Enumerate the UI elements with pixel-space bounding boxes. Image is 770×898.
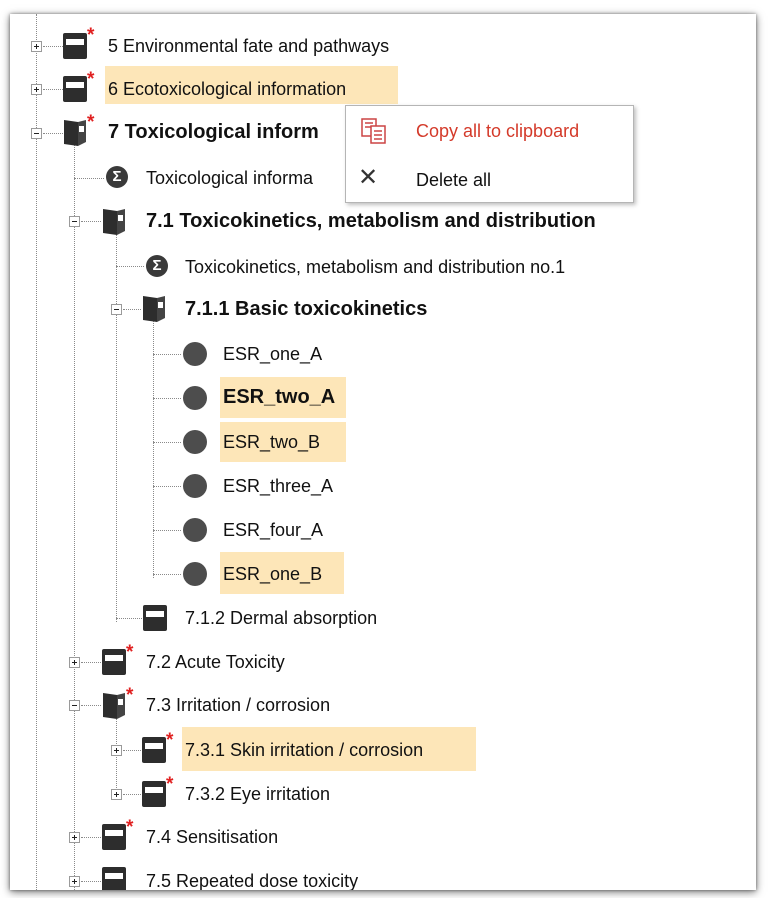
record-dot-icon bbox=[183, 518, 207, 542]
expand-toggle[interactable] bbox=[69, 832, 80, 843]
tree-node-label[interactable]: 7.1.2 Dermal absorption bbox=[185, 607, 377, 629]
tree-line bbox=[81, 662, 101, 663]
tree-node-label[interactable]: 7.3.1 Skin irritation / corrosion bbox=[185, 739, 423, 761]
tree-node-label[interactable]: 7.5 Repeated dose toxicity bbox=[146, 870, 358, 890]
tree-line bbox=[123, 750, 141, 751]
tree-node-label[interactable]: 5 Environmental fate and pathways bbox=[108, 35, 389, 57]
tree-line bbox=[43, 89, 63, 90]
tree-node-label[interactable]: ESR_one_A bbox=[223, 343, 322, 365]
tree-line bbox=[74, 142, 75, 890]
tree-node-label[interactable]: ESR_three_A bbox=[223, 475, 333, 497]
tree-line bbox=[74, 178, 104, 179]
tree-line bbox=[81, 837, 101, 838]
tree-line bbox=[153, 398, 181, 399]
required-star-icon: * bbox=[166, 730, 174, 751]
record-dot-icon bbox=[183, 430, 207, 454]
tree-node-label[interactable]: 7 Toxicological inform bbox=[108, 121, 319, 143]
open-folder-icon bbox=[102, 690, 128, 720]
tree-node-label[interactable]: Toxicological informa bbox=[146, 167, 313, 189]
required-star-icon: * bbox=[87, 112, 95, 133]
tree-line bbox=[81, 705, 101, 706]
section-doc-icon bbox=[102, 824, 126, 850]
required-star-icon: * bbox=[166, 774, 174, 795]
tree-node-label[interactable]: Toxicokinetics, metabolism and distribut… bbox=[185, 256, 565, 278]
tree-line bbox=[153, 442, 181, 443]
tree-line bbox=[43, 133, 63, 134]
section-doc-icon bbox=[142, 737, 166, 763]
record-dot-icon bbox=[183, 342, 207, 366]
tree-line bbox=[153, 530, 181, 531]
tree-line bbox=[153, 354, 181, 355]
expand-toggle[interactable] bbox=[111, 789, 122, 800]
tree-line bbox=[153, 318, 154, 578]
section-doc-icon bbox=[63, 33, 87, 59]
delete-all-menu-item[interactable]: ✕ Delete all bbox=[346, 156, 633, 202]
collapse-toggle[interactable] bbox=[111, 304, 122, 315]
collapse-toggle[interactable] bbox=[69, 216, 80, 227]
tree-node-label[interactable]: 6 Ecotoxicological information bbox=[108, 78, 346, 100]
required-star-icon: * bbox=[87, 69, 95, 90]
tree-line bbox=[116, 266, 144, 267]
required-star-icon: * bbox=[87, 25, 95, 46]
expand-toggle[interactable] bbox=[111, 745, 122, 756]
close-icon: ✕ bbox=[358, 164, 379, 191]
tree-node-label[interactable]: 7.1.1 Basic toxicokinetics bbox=[185, 298, 427, 320]
tree-line bbox=[116, 230, 117, 622]
sigma-summary-icon: Σ bbox=[146, 255, 168, 277]
copy-clipboard-icon bbox=[360, 117, 388, 150]
collapse-toggle[interactable] bbox=[31, 128, 42, 139]
section-doc-icon bbox=[63, 76, 87, 102]
tree-line bbox=[81, 881, 101, 882]
expand-toggle[interactable] bbox=[31, 84, 42, 95]
record-dot-icon bbox=[183, 474, 207, 498]
tree-node-label[interactable]: 7.3 Irritation / corrosion bbox=[146, 694, 330, 716]
required-star-icon: * bbox=[126, 685, 134, 706]
collapse-toggle[interactable] bbox=[69, 700, 80, 711]
tree-line bbox=[116, 618, 142, 619]
open-folder-icon bbox=[142, 293, 168, 323]
tree-line bbox=[81, 221, 101, 222]
tree-node-label[interactable]: 7.1 Toxicokinetics, metabolism and distr… bbox=[146, 210, 596, 232]
expand-toggle[interactable] bbox=[69, 876, 80, 887]
record-dot-icon bbox=[183, 386, 207, 410]
required-star-icon: * bbox=[126, 817, 134, 838]
tree-line bbox=[36, 14, 37, 890]
required-star-icon: * bbox=[126, 642, 134, 663]
section-doc-icon bbox=[102, 867, 126, 890]
section-doc-icon bbox=[102, 649, 126, 675]
tree-node-label[interactable]: 7.4 Sensitisation bbox=[146, 826, 278, 848]
tree-node-label[interactable]: ESR_two_B bbox=[223, 431, 320, 453]
tree-line bbox=[43, 46, 63, 47]
tree-node-label[interactable]: 7.3.2 Eye irritation bbox=[185, 783, 330, 805]
tree-node-label[interactable]: ESR_two_A bbox=[223, 386, 335, 408]
delete-all-label: Delete all bbox=[416, 170, 492, 190]
copy-all-menu-item[interactable]: Copy all to clipboard bbox=[346, 108, 633, 154]
tree-line bbox=[153, 574, 181, 575]
context-menu: Copy all to clipboard ✕ Delete all bbox=[345, 105, 634, 203]
expand-toggle[interactable] bbox=[69, 657, 80, 668]
tree-node-label[interactable]: 7.2 Acute Toxicity bbox=[146, 651, 285, 673]
section-doc-icon bbox=[142, 781, 166, 807]
tree-line bbox=[123, 794, 141, 795]
tree-node-label[interactable]: ESR_one_B bbox=[223, 563, 322, 585]
sigma-summary-icon: Σ bbox=[106, 166, 128, 188]
tree-line bbox=[153, 486, 181, 487]
copy-all-label: Copy all to clipboard bbox=[416, 121, 580, 141]
expand-toggle[interactable] bbox=[31, 41, 42, 52]
open-folder-icon bbox=[102, 206, 128, 236]
section-doc-icon bbox=[143, 605, 167, 631]
tree-node-label[interactable]: ESR_four_A bbox=[223, 519, 323, 541]
tree-line bbox=[123, 309, 141, 310]
open-folder-icon bbox=[63, 117, 89, 147]
record-dot-icon bbox=[183, 562, 207, 586]
